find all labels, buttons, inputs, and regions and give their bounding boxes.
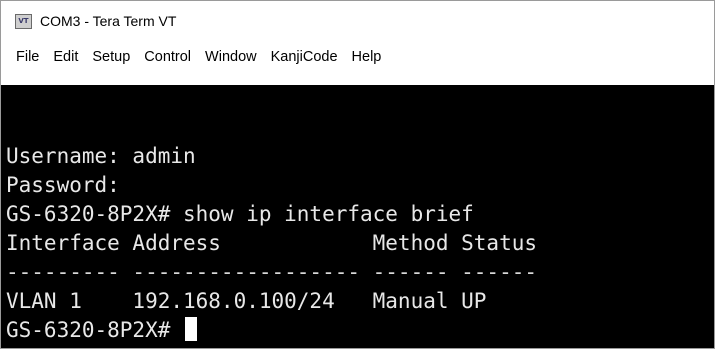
terminal-line-vlan-row: VLAN 1 192.168.0.100/24 Manual UP [6,289,487,313]
menu-edit[interactable]: Edit [46,46,85,68]
terminal-line-table-header: Interface Address Method Status [6,231,538,255]
terminal-line-password: Password: [6,173,120,197]
menu-bar: File Edit Setup Control Window KanjiCode… [1,41,714,73]
app-icon-label: VT [18,16,29,25]
text-cursor [185,317,198,341]
tera-term-app-icon[interactable]: VT [15,13,32,29]
title-bar[interactable]: VT COM3 - Tera Term VT [1,1,714,41]
terminal-window: VT COM3 - Tera Term VT File Edit Setup C… [0,0,715,349]
menu-kanjicode[interactable]: KanjiCode [264,46,345,68]
terminal-prompt-line: GS-6320-8P2X# [6,316,714,345]
window-title: COM3 - Tera Term VT [40,13,177,29]
terminal-line-separator: --------- ------------------ ------ ----… [6,260,538,284]
terminal-line-command: GS-6320-8P2X# show ip interface brief [6,202,474,226]
menu-control[interactable]: Control [137,46,198,68]
menu-help[interactable]: Help [345,46,389,68]
terminal-prompt: GS-6320-8P2X# [6,318,184,342]
terminal-line-username: Username: admin [6,144,196,168]
menu-setup[interactable]: Setup [85,46,137,68]
menu-file[interactable]: File [9,46,46,68]
menu-window[interactable]: Window [198,46,264,68]
terminal-output[interactable]: Username: admin Password: GS-6320-8P2X# … [1,85,714,348]
